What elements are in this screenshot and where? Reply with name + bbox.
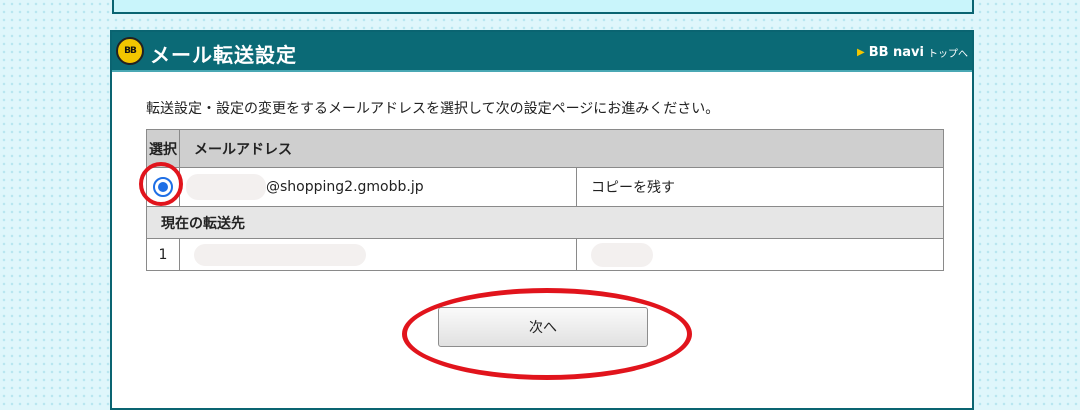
address-domain: @shopping2.gmobb.jp [266, 179, 424, 195]
forward-option-cell [576, 238, 944, 271]
forward-address-cell [179, 238, 577, 271]
redacted-forward-address [194, 243, 366, 266]
forward-header: 現在の転送先 [146, 206, 944, 239]
forward-header-row: 現在の転送先 [146, 206, 944, 239]
triangle-right-icon: ▶ [856, 47, 865, 58]
select-cell [139, 162, 183, 207]
table-row: 1 [146, 238, 944, 271]
column-header-address: メールアドレス [179, 129, 944, 168]
mail-forward-panel: BB メール転送設定 ▶ BB navi トップへ 転送設定・設定の変更をするメ… [110, 30, 974, 410]
bb-logo-icon: BB [116, 37, 144, 65]
copy-option-cell: コピーを残す [576, 167, 944, 207]
mail-address-table: 選択 メールアドレス @shopping2.gmobb.jp コピーを残す 現在… [139, 129, 944, 271]
navi-link-suffix: トップへ [928, 49, 968, 60]
address-cell: @shopping2.gmobb.jp [179, 167, 577, 207]
table-row: @shopping2.gmobb.jp コピーを残す [139, 162, 944, 207]
panel-header: BB メール転送設定 ▶ BB navi トップへ [112, 32, 972, 72]
forward-number: 1 [146, 238, 180, 271]
top-info-box [112, 0, 974, 14]
instruction-text: 転送設定・設定の変更をするメールアドレスを選択して次の設定ページにお進みください… [146, 101, 720, 117]
page-title: メール転送設定 [150, 43, 297, 67]
next-button[interactable]: 次へ [438, 307, 648, 347]
table-header-row: 選択 メールアドレス [146, 129, 944, 168]
highlight-circle [139, 162, 183, 206]
redacted-forward-option [591, 242, 653, 267]
bb-navi-top-link[interactable]: ▶ BB navi トップへ [857, 45, 968, 60]
redacted-username [186, 174, 266, 200]
navi-link-brand: BB navi [868, 45, 924, 60]
logo-text: BB [124, 46, 137, 56]
